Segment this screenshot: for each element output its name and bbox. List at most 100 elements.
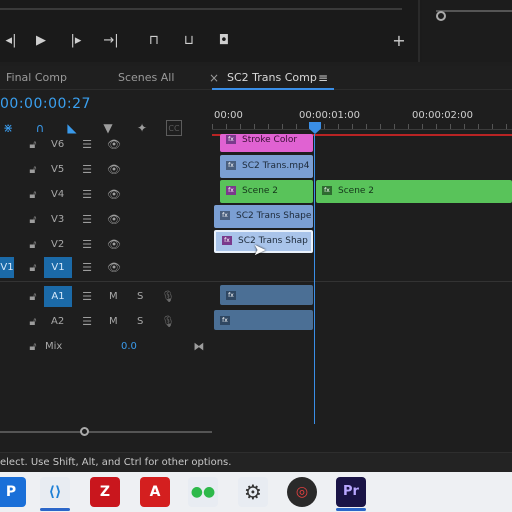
taskbar-app-settings[interactable]: ⚙	[238, 477, 268, 507]
sync-lock-icon[interactable]: ☰	[80, 261, 94, 274]
status-bar: elect. Use Shift, Alt, and Ctrl for othe…	[0, 452, 512, 472]
track-header-v5: 🔓︎ V5 ☰ 👁︎	[0, 158, 212, 183]
scrollbar-handle[interactable]	[80, 427, 89, 436]
sync-lock-icon[interactable]: ☰	[80, 290, 94, 303]
ruler-label: 00:00:02:00	[412, 110, 474, 121]
track-label: V5	[51, 164, 65, 175]
fx-badge-icon: fx	[220, 211, 230, 220]
mix-volume-value[interactable]: 0.0	[121, 341, 137, 352]
track-header-v2: 🔓︎ V2 ☰ 👁︎	[0, 233, 212, 258]
eye-icon[interactable]: 👁︎	[107, 261, 121, 274]
lock-icon[interactable]: 🔓︎	[26, 261, 40, 275]
sync-lock-icon[interactable]: ☰	[80, 138, 94, 151]
clip-sc2-trans-mp4[interactable]: fx SC2 Trans.mp4	[220, 155, 313, 178]
track-header-a2: 🔓︎ A2 ☰ M S 🎙︎	[0, 310, 212, 335]
lock-icon[interactable]: 🔓︎	[26, 138, 40, 152]
clip-scene-2-b[interactable]: fx Scene 2	[316, 180, 512, 203]
fx-badge-icon: fx	[226, 186, 236, 195]
track-target-v1[interactable]: V1	[44, 257, 72, 278]
lock-icon[interactable]: 🔓︎	[26, 315, 40, 329]
taskbar-app-premiere[interactable]: Pr	[336, 477, 366, 507]
microphone-icon[interactable]: 🎙︎	[161, 315, 175, 328]
sync-lock-icon[interactable]: ☰	[80, 163, 94, 176]
solo-button[interactable]: S	[137, 316, 143, 327]
taskbar-app-wechat[interactable]: ●●	[188, 477, 218, 507]
lock-icon[interactable]: 🔓︎	[26, 188, 40, 202]
go-to-out-icon[interactable]: →|	[100, 32, 122, 50]
source-patch-v1[interactable]: V1	[0, 257, 14, 278]
export-frame-icon[interactable]: ◘	[213, 32, 235, 50]
solo-button[interactable]: S	[137, 291, 143, 302]
mute-button[interactable]: M	[109, 316, 118, 327]
tab-final-comp[interactable]: Final Comp	[6, 66, 67, 90]
monitor-scrub-bar[interactable]	[0, 8, 402, 10]
secondary-scrub-knob[interactable]	[436, 11, 446, 21]
clip-label: Scene 2	[242, 186, 279, 196]
audio-clip-a1[interactable]: fx	[220, 285, 313, 305]
lift-icon[interactable]: ⊓	[143, 32, 165, 50]
microphone-icon[interactable]: 🎙︎	[161, 290, 175, 303]
clip-label: SC2 Trans Shape	[236, 211, 312, 221]
lock-icon[interactable]: 🔓︎	[26, 213, 40, 227]
taskbar-app-acrobat[interactable]: A	[140, 477, 170, 507]
sync-lock-icon[interactable]: ☰	[80, 213, 94, 226]
track-label: V6	[51, 139, 65, 150]
eye-icon[interactable]: 👁︎	[107, 138, 121, 151]
clip-sc2-trans-shape-v3[interactable]: fx SC2 Trans Shape	[214, 205, 313, 228]
eye-icon[interactable]: 👁︎	[107, 238, 121, 251]
secondary-scrub-bar[interactable]	[436, 10, 512, 12]
lock-icon[interactable]: 🔓︎	[26, 238, 40, 252]
eye-icon[interactable]: 👁︎	[107, 188, 121, 201]
lock-icon[interactable]: 🔓︎	[26, 163, 40, 177]
audio-clip-a2[interactable]: fx	[214, 310, 313, 330]
lock-icon[interactable]: 🔓︎	[26, 290, 40, 304]
track-header-mix: 🔓︎ Mix 0.0 ⧓	[0, 335, 212, 360]
taskbar-app-filezilla[interactable]: Z	[90, 477, 120, 507]
active-tab-indicator	[212, 88, 334, 90]
taskbar-app-new[interactable]: P	[0, 477, 26, 507]
timecode-display[interactable]: 00:00:00:27	[0, 96, 91, 112]
premiere-window: ◂| ▶ |▸ →| ⊓ ⊔ ◘ + Final Comp Scenes All…	[0, 0, 512, 512]
fx-badge-icon: fx	[226, 291, 236, 300]
ruler-label: 00:00	[214, 110, 243, 121]
clip-scene-2-a[interactable]: fx Scene 2	[220, 180, 313, 203]
eye-icon[interactable]: 👁︎	[107, 163, 121, 176]
track-label: V4	[51, 189, 65, 200]
track-label: V3	[51, 214, 65, 225]
track-label: A2	[51, 316, 65, 327]
mix-expand-icon[interactable]: ⧓	[192, 340, 206, 353]
fx-badge-icon: fx	[226, 135, 236, 144]
track-header-v6: 🔓︎ V6 ☰ 👁︎	[0, 133, 212, 158]
tab-sc2-trans-comp[interactable]: SC2 Trans Comp	[227, 66, 317, 90]
ruler-label: 00:00:01:00	[299, 110, 361, 121]
extract-icon[interactable]: ⊔	[178, 32, 200, 50]
clip-label: Scene 2	[338, 186, 375, 196]
track-label: V2	[51, 239, 65, 250]
taskbar-app-davinci[interactable]: ◎	[287, 477, 317, 507]
add-button-icon[interactable]: +	[388, 32, 410, 50]
sync-lock-icon[interactable]: ☰	[80, 188, 94, 201]
track-label: Mix	[45, 341, 63, 352]
timeline-tab-bar: Final Comp Scenes All × SC2 Trans Comp ≡	[0, 66, 512, 90]
clip-label: SC2 Trans.mp4	[242, 161, 310, 171]
timeline-scrollbar[interactable]	[0, 431, 212, 433]
mute-button[interactable]: M	[109, 291, 118, 302]
taskbar-app-vscode[interactable]: ⟨⟩	[40, 477, 70, 507]
sync-lock-icon[interactable]: ☰	[80, 238, 94, 251]
track-header-v1: V1 🔓︎ V1 ☰ 👁︎	[0, 256, 212, 281]
playhead-line	[314, 134, 315, 424]
status-text: elect. Use Shift, Alt, and Ctrl for othe…	[0, 457, 232, 468]
video-audio-divider[interactable]	[0, 281, 512, 282]
panel-menu-icon[interactable]: ≡	[318, 66, 328, 90]
tab-scenes-all[interactable]: Scenes All	[118, 66, 174, 90]
sync-lock-icon[interactable]: ☰	[80, 315, 94, 328]
step-back-icon[interactable]: ◂|	[0, 32, 22, 50]
close-tab-icon[interactable]: ×	[209, 66, 219, 90]
play-icon[interactable]: ▶	[30, 32, 52, 50]
step-forward-icon[interactable]: |▸	[65, 32, 87, 50]
lock-icon[interactable]: 🔓︎	[26, 340, 40, 354]
eye-icon[interactable]: 👁︎	[107, 213, 121, 226]
fx-badge-icon: fx	[322, 186, 332, 195]
clip-stroke-color[interactable]: fx Stroke Color	[220, 134, 313, 152]
track-target-a1[interactable]: A1	[44, 286, 72, 307]
